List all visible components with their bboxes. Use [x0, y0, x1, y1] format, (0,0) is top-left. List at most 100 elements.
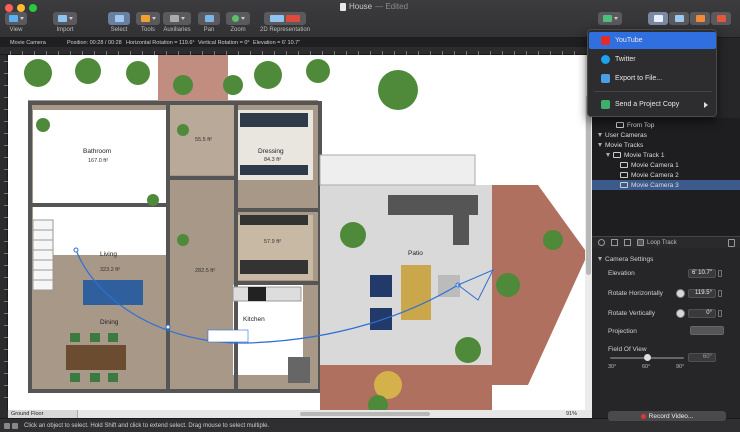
tree-item-label: User Cameras [605, 131, 647, 139]
floor-plan [8, 55, 585, 410]
elevation-stepper[interactable] [718, 270, 722, 277]
tools-label: Tools [140, 27, 155, 33]
film-icon[interactable] [624, 239, 631, 246]
window-title: House — Edited [340, 2, 408, 11]
menu-item-send-copy[interactable]: Send a Project Copy [589, 96, 716, 113]
camera-settings-header[interactable]: Camera Settings [598, 254, 728, 264]
status-info-icon[interactable] [12, 422, 18, 429]
auxiliaries-button[interactable]: Auxiliaries [163, 12, 191, 33]
room-area-living: 323.2 ft² [100, 267, 121, 273]
rotate-vertically-field[interactable]: 0° [688, 309, 716, 318]
add-camera-icon[interactable] [598, 239, 605, 246]
floor-selector[interactable]: Ground Floor [8, 410, 78, 418]
pan-button[interactable]: Pan [198, 12, 220, 33]
zoom-button[interactable]: Zoom [226, 12, 250, 33]
layout-inspector-button[interactable] [711, 12, 731, 25]
zoom-window-button[interactable] [29, 4, 37, 12]
menu-item-youtube[interactable]: YouTube [589, 32, 716, 49]
window-edited-text: — Edited [375, 2, 409, 11]
import-label: Import [56, 27, 74, 33]
window-title-text: House [349, 2, 373, 11]
status-grid-icon[interactable] [4, 422, 10, 429]
menu-item-twitter[interactable]: Twitter [589, 51, 716, 68]
tools-button[interactable]: Tools [136, 12, 160, 33]
fov-field[interactable]: 60° [688, 353, 716, 362]
tree-item-label: Movie Track 1 [624, 151, 665, 159]
layout-3d-button[interactable] [690, 12, 710, 25]
vertical-rotation: Vertical Rotation = 0° [198, 39, 250, 46]
room-area-corridor: 282.5 ft² [195, 268, 216, 274]
room-name-dining: Dining [100, 319, 119, 326]
tree-item-movie-camera-2[interactable]: Movie Camera 2 [592, 170, 740, 180]
trash-icon[interactable] [728, 238, 735, 247]
tree-item-movie-camera-1[interactable]: Movie Camera 1 [592, 160, 740, 170]
rotate-horizontally-field[interactable]: 119.5° [688, 289, 716, 298]
camera-info-bar: Movie Camera Position: 00:28 / 00:28 Hor… [0, 38, 587, 47]
disclosure-triangle-icon[interactable] [598, 143, 602, 147]
layout-plan-button[interactable] [648, 12, 668, 25]
loop-track-checkbox[interactable] [637, 239, 644, 246]
tree-item-movie-camera-3[interactable]: Movie Camera 3 [592, 180, 740, 190]
plan-canvas[interactable]: Bathroom 167.0 ft² 55.5 ft² Dressing 84.… [8, 55, 585, 410]
select-arrow-icon [114, 15, 124, 22]
select-button[interactable]: Select [108, 12, 130, 33]
disclosure-triangle-icon[interactable] [598, 257, 602, 261]
horizontal-rotation: Horizontal Rotation = 119.6° [126, 39, 195, 46]
camera-icon [616, 122, 624, 128]
room-area-closet: 57.9 ft² [264, 239, 282, 245]
room-name-patio: Patio [408, 250, 423, 257]
zoom-plus-icon [231, 15, 239, 22]
camera-settings-title: Camera Settings [605, 255, 654, 263]
rotate-h-stepper[interactable] [718, 290, 722, 297]
close-window-button[interactable] [5, 4, 13, 12]
camera-icon [620, 182, 628, 188]
import-button[interactable]: Import [53, 12, 77, 33]
layout-library-button[interactable] [669, 12, 689, 25]
auxiliaries-label: Auxiliaries [163, 27, 191, 33]
rotate-horizontally-label: Rotate Horizontally [608, 289, 663, 297]
rotate-horizontally-knob[interactable] [676, 289, 685, 298]
fov-min-label: 30° [608, 364, 617, 370]
tree-item-label: Movie Tracks [605, 141, 644, 149]
camera-icon [620, 172, 628, 178]
vertical-scroll-thumb[interactable] [586, 95, 591, 275]
menu-item-label: Twitter [615, 56, 636, 63]
rotate-vertically-knob[interactable] [676, 309, 685, 318]
tree-item-movie-track-1[interactable]: Movie Track 1 [592, 150, 740, 160]
tree-item-from-top[interactable]: From Top [592, 120, 740, 130]
status-message: Click an object to select. Hold Shift an… [24, 422, 270, 429]
room-area-bathroom: 167.0 ft² [88, 158, 109, 164]
elevation-label: Elevation [608, 269, 635, 277]
menu-item-label: YouTube [615, 37, 643, 44]
select-label: Select [110, 27, 128, 33]
twitter-icon [601, 55, 610, 64]
pan-hand-icon [204, 15, 214, 22]
rotate-vertically-label: Rotate Vertically [608, 309, 655, 317]
fov-slider-thumb[interactable] [644, 354, 651, 361]
camera-settings: Camera Settings Elevation 6' 10.7" Rotat… [592, 248, 740, 408]
minimize-window-button[interactable] [17, 4, 25, 12]
menu-separator [594, 91, 712, 92]
horizontal-scroll-thumb[interactable] [300, 412, 430, 416]
record-video-button[interactable]: Record Video... [608, 411, 726, 421]
fov-max-label: 90° [676, 364, 685, 370]
library-icon [674, 15, 684, 22]
tree-item-label: Movie Camera 2 [631, 171, 679, 179]
field-of-view-label: Field Of View [608, 345, 647, 353]
share-button[interactable] [598, 12, 622, 25]
disclosure-triangle-icon[interactable] [598, 133, 602, 137]
tools-icon [140, 15, 150, 22]
camera-icon [620, 162, 628, 168]
rotate-v-stepper[interactable] [718, 310, 722, 317]
menu-item-export[interactable]: Export to File... [589, 70, 716, 87]
disclosure-triangle-icon[interactable] [606, 153, 610, 157]
menu-item-label: Send a Project Copy [615, 101, 680, 108]
tree-item-movie-tracks[interactable]: Movie Tracks [592, 140, 740, 150]
view-button[interactable]: View [5, 12, 27, 33]
tree-item-user-cameras[interactable]: User Cameras [592, 130, 740, 140]
camera-options-icon[interactable] [611, 239, 618, 246]
projection-segmented-control[interactable] [690, 326, 724, 335]
representation-button[interactable]: 2D Representation [260, 12, 310, 33]
elevation-field[interactable]: 6' 10.7" [688, 269, 716, 278]
camera-tree: From Top User Cameras Movie Tracks Movie… [592, 118, 740, 236]
